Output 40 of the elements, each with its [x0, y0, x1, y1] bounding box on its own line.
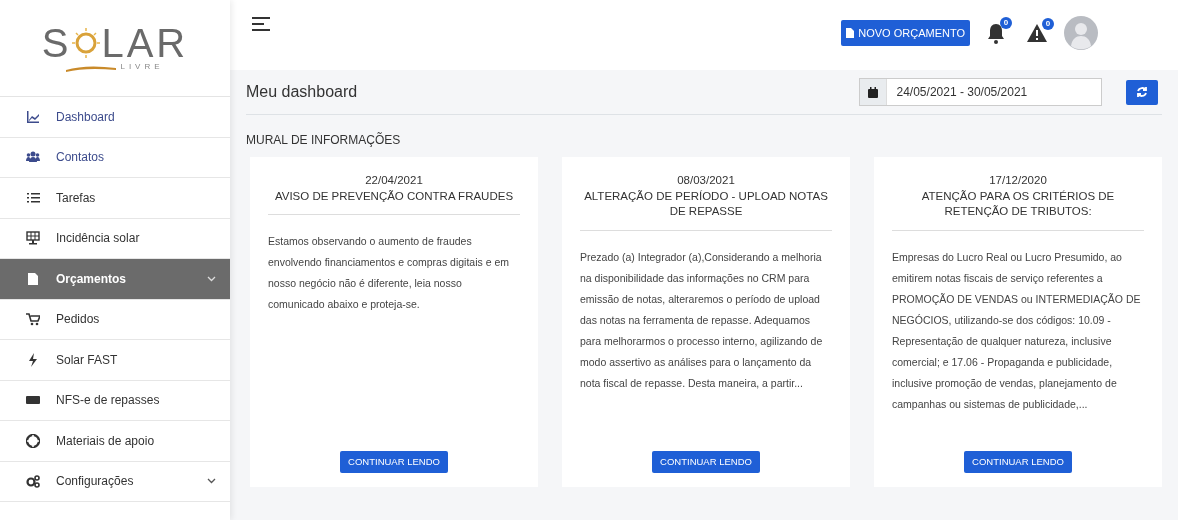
bell-icon[interactable] [986, 22, 1006, 44]
calendar-icon [867, 86, 878, 98]
new-budget-button[interactable]: NOVO ORÇAMENTO [841, 19, 970, 47]
card-date: 22/04/2021 [364, 173, 424, 188]
page-title: Meu dashboard [246, 82, 358, 102]
continue-reading-button[interactable]: CONTINUAR LENDO [964, 450, 1072, 473]
card-title: ALTERAÇÃO DE PERÍODO - UPLOAD NOTAS DE REPASSE [583, 188, 829, 220]
logo-text: S [41, 23, 72, 63]
warning-icon[interactable] [1026, 23, 1048, 43]
refresh-icon [1136, 86, 1148, 98]
section-title: MURAL DE INFORMAÇÕES [246, 131, 402, 149]
continue-reading-button[interactable]: CONTINUAR LENDO [652, 450, 760, 473]
lifebuoy-icon [26, 433, 40, 448]
logo-text: LAR [101, 23, 189, 63]
card-title: ATENÇÃO PARA OS CRITÉRIOS DE RETENÇÃO DE TRIBUTOS: [920, 188, 1116, 220]
gears-icon [26, 474, 40, 489]
refresh-button[interactable] [1126, 79, 1158, 105]
list-icon [26, 190, 40, 205]
cart-icon [26, 312, 40, 327]
notification-badge: 0 [1000, 17, 1012, 29]
solar-panel-icon [26, 231, 40, 246]
card-text: Estamos observando o aumento de fraudes envolvendo financiamentos e compras digitais e em nosso negócio não é diferente, leia nosso comunicado abaixo e proteja-se. [268, 234, 511, 313]
swoosh-icon [66, 64, 117, 72]
sun-icon [71, 27, 102, 59]
alert-badge: 0 [1042, 18, 1054, 30]
card-text: Empresas do Lucro Real ou Lucro Presumido, ao emitirem notas fiscais de serviço referentes a PROMOÇÃO DE VENDAS ou INTERMEDIAÇÃO DE NEGÓCIOS, utilizando-se dos códigos: 10.09 - Representação de qualquer natureza, inclusive comercial; e 17.06 - Propaganda e publicidade, inclusive promoção de vendas, planejamento de campanhas ou sistemas de publicidade,... [892, 249, 1142, 412]
users-icon [26, 150, 40, 165]
document-icon [26, 271, 40, 286]
date-range-field[interactable]: 24/05/2021 - 30/05/2021 [859, 78, 1102, 106]
logo-tagline: LIVRE [120, 61, 164, 73]
card-title: AVISO DE PREVENÇÃO CONTRA FRAUDES [273, 188, 515, 204]
continue-reading-button[interactable]: CONTINUAR LENDO [340, 450, 448, 473]
bolt-icon [26, 352, 40, 367]
sidebar-item[interactable]: Orçamentos [0, 259, 230, 300]
chart-icon [26, 109, 40, 124]
card-text: Prezado (a) Integrador (a),Considerando a melhoria na disponibilidade das informações no CRM para emissão de notas, alteraremos o período de upload das notas na ferramenta de repasse. Adequamos para melhorarmos o processo interno, agilizando de modo assertivo as análises para o lançamento da nota fiscal de repasse. Desta maneira, a partir... [580, 249, 824, 391]
card-date: 17/12/2020 [988, 173, 1048, 188]
card-date: 08/03/2021 [676, 173, 736, 188]
document-icon [846, 28, 855, 38]
menu-icon[interactable] [252, 16, 270, 32]
